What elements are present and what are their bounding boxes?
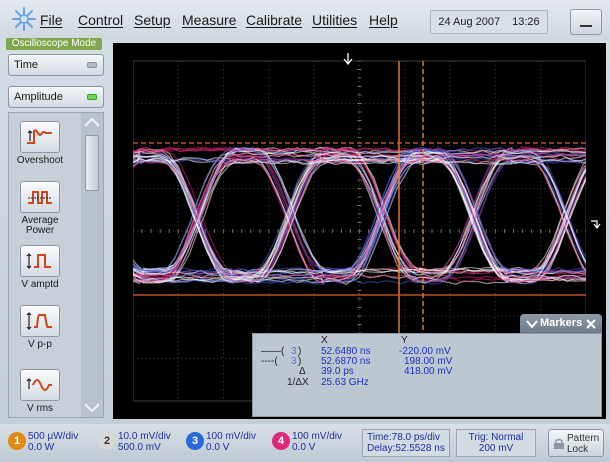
dropdown-indicator-icon <box>87 62 97 68</box>
scrollbar-thumb[interactable] <box>85 135 99 191</box>
channel-3-text: 100 mV/div 0.0 V <box>206 431 257 453</box>
menu-utilities[interactable]: Utilities <box>312 12 357 28</box>
amplitude-dropdown[interactable]: Amplitude <box>8 86 104 108</box>
marker-readout-panel: X Y ——( 3 ) 52.6480 ns -220.00 mV ----( … <box>252 333 602 417</box>
menu-setup[interactable]: Setup <box>134 12 171 28</box>
oscilloscope-app: File Control Setup Measure Calibrate Uti… <box>0 0 610 462</box>
close-icon[interactable] <box>586 319 596 329</box>
inverse-delta-label: 1/ΔX <box>287 377 309 388</box>
collapse-chevron-icon <box>526 320 538 329</box>
channel-3-badge: 3 <box>186 432 204 450</box>
channel-1-control[interactable]: 1 500 µW/div 0.0 W <box>8 429 92 455</box>
menu-control[interactable]: Control <box>78 12 123 28</box>
trigger-control[interactable]: Trig: Normal 200 mV <box>456 429 536 457</box>
menu-calibrate[interactable]: Calibrate <box>246 12 302 28</box>
lock-icon <box>554 438 564 449</box>
delta-y: 418.00 mV <box>404 366 453 377</box>
average-power-label: Average Power <box>21 215 59 236</box>
column-y-header: Y <box>401 335 408 346</box>
v-rms-button[interactable]: V rms <box>13 369 67 414</box>
channel-4-badge: 4 <box>272 432 290 450</box>
channel-3-control[interactable]: 3 100 mV/div 0.0 V <box>186 429 268 455</box>
menu-measure[interactable]: Measure <box>182 12 236 28</box>
active-indicator-icon <box>87 94 97 100</box>
eye-diagram-traces <box>44 146 610 286</box>
channel-1-badge: 1 <box>8 432 26 450</box>
trigger-mode: Trig: Normal <box>468 432 524 443</box>
mode-label: Oscilloscope Mode <box>6 38 102 50</box>
channel-4-text: 100 mV/div 0.0 V <box>292 431 343 453</box>
date-text: 24 Aug 2007 <box>438 16 501 28</box>
marker2-legend: ----( <box>261 356 278 367</box>
delta-label: Δ <box>299 366 306 377</box>
amplitude-dropdown-label: Amplitude <box>14 91 63 103</box>
markers-tab[interactable]: Markers <box>520 314 602 334</box>
scroll-up-icon[interactable] <box>82 115 102 129</box>
channel-2-text: 10.0 mV/div 500.0 mV <box>118 431 171 453</box>
pattern-lock-label: Pattern Lock <box>567 433 600 455</box>
channel-1-text: 500 µW/div 0.0 W <box>28 431 79 453</box>
menu-file[interactable]: File <box>40 12 63 28</box>
overshoot-button[interactable]: Overshoot <box>13 121 67 166</box>
delta-x: 39.0 ps <box>321 366 354 377</box>
menu-bar: File Control Setup Measure Calibrate Uti… <box>0 0 610 40</box>
menu-help[interactable]: Help <box>369 12 398 28</box>
average-power-icon <box>20 181 60 213</box>
v-amplitude-button[interactable]: V amptd <box>13 245 67 290</box>
status-bar: 1 500 µW/div 0.0 W 2 10.0 mV/div 500.0 mV … <box>0 424 610 462</box>
channel-2-control[interactable]: 2 10.0 mV/div 500.0 mV <box>98 429 184 455</box>
measurement-scrollbar[interactable] <box>81 113 103 417</box>
v-rms-icon <box>20 369 60 401</box>
display-border <box>113 43 133 419</box>
timebase-delay: Delay:52.5528 ns <box>367 443 445 454</box>
overshoot-label: Overshoot <box>16 155 64 166</box>
time-text: 13:26 <box>512 16 540 28</box>
logo-icon <box>12 7 36 31</box>
marker2-icon: 3 <box>291 356 297 367</box>
scroll-down-icon[interactable] <box>82 401 102 415</box>
trigger-position-icon <box>343 53 353 66</box>
measurement-panel: Overshoot Average Power V amptd V p-p V … <box>8 112 104 418</box>
channel-4-control[interactable]: 4 100 mV/div 0.0 V <box>272 429 354 455</box>
pattern-lock-button[interactable]: Pattern Lock <box>548 429 604 457</box>
channel-2-badge: 2 <box>98 432 116 450</box>
v-amplitude-label: V amptd <box>21 279 59 290</box>
inverse-delta-x: 25.63 GHz <box>321 377 369 388</box>
overshoot-icon <box>20 121 60 153</box>
v-amplitude-icon <box>20 245 60 277</box>
v-peak-to-peak-label: V p-p <box>28 339 52 350</box>
v-rms-label: V rms <box>26 403 54 414</box>
v-peak-to-peak-button[interactable]: V p-p <box>13 305 67 350</box>
timebase-control[interactable]: Time:78.0 ps/div Delay:52.5528 ns <box>362 429 450 457</box>
average-power-button[interactable]: Average Power <box>13 181 67 236</box>
time-dropdown[interactable]: Time <box>8 54 104 76</box>
minimize-button[interactable] <box>570 9 602 35</box>
v-peak-to-peak-icon <box>20 305 60 337</box>
eye-trace <box>44 156 610 282</box>
timebase-scale: Time:78.0 ps/div <box>367 432 440 443</box>
column-x-header: X <box>321 335 328 346</box>
trigger-level: 200 mV <box>478 443 514 454</box>
markers-tab-label: Markers <box>540 317 583 329</box>
date-time-display: 24 Aug 2007 13:26 <box>430 10 548 34</box>
time-dropdown-label: Time <box>14 59 39 71</box>
